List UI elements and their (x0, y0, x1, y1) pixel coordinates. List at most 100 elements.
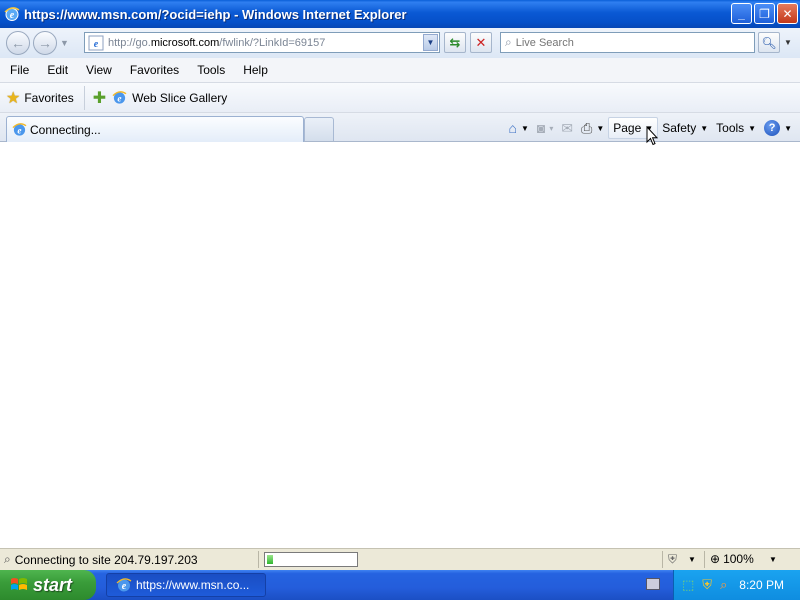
status-divider (662, 551, 663, 568)
window-title: https://www.msn.com/?ocid=iehp - Windows… (24, 6, 407, 22)
favorites-star-icon: ★ (6, 89, 21, 107)
status-divider (704, 551, 705, 568)
add-to-favorites-bar-icon[interactable]: ✚ (93, 88, 106, 108)
restore-icon: ❐ (759, 6, 770, 21)
zoom-button[interactable]: ⊕ 100% (710, 552, 754, 566)
back-arrow-icon: ← (11, 35, 25, 51)
loading-progress-bar (264, 552, 358, 567)
zoom-icon: ⊕ (710, 552, 721, 566)
minimize-icon: _ (738, 6, 745, 21)
safety-menu-label: Safety (662, 121, 697, 135)
keyboard-language-icon[interactable] (646, 578, 660, 590)
home-button[interactable]: ⌂ ▼ (505, 117, 533, 139)
menu-tools[interactable]: Tools (188, 63, 234, 77)
safety-menu-button[interactable]: Safety ▼ (658, 117, 712, 139)
recent-pages-dropdown-icon[interactable]: ▼ (60, 38, 69, 48)
chevron-down-icon: ▾ (549, 123, 554, 133)
status-text: Connecting to site 204.79.197.203 (14, 552, 198, 567)
favorites-item-label: Web Slice Gallery (132, 90, 228, 105)
mouse-cursor-icon (646, 126, 658, 146)
clock: 8:20 PM (739, 578, 784, 592)
window-controls: _ ❐ ✕ (731, 3, 798, 24)
chevron-down-icon: ▼ (700, 123, 709, 133)
forward-arrow-icon: → (38, 35, 52, 51)
page-content[interactable] (0, 142, 800, 548)
minimize-button[interactable]: _ (731, 3, 752, 24)
tab-row: e Connecting... ⌂ ▼ ◙ ▾ ✉ ⎙ ▼ Page ▼ Saf… (0, 113, 800, 142)
favorites-label: Favorites (24, 90, 74, 105)
address-dropdown-button[interactable]: ▼ (423, 34, 438, 51)
address-bar[interactable]: e http://go.microsoft.com/fwlink/?LinkId… (84, 32, 440, 53)
taskbar: start e https://www.msn.co... ⬚ ⛨ ⌕ 8:20… (0, 570, 800, 600)
url-domain: microsoft.com (150, 36, 220, 49)
refresh-button[interactable]: ⇆ (444, 32, 466, 53)
close-button[interactable]: ✕ (777, 3, 798, 24)
search-button[interactable]: 🔍︎ (758, 32, 780, 53)
chevron-down-icon[interactable]: ▼ (596, 124, 604, 133)
chevron-down-icon: ▼ (784, 38, 792, 47)
windows-flag-icon (11, 578, 27, 590)
forward-button[interactable]: → (33, 31, 57, 55)
start-button[interactable]: start (0, 570, 96, 600)
ie-logo-icon: e (4, 7, 20, 21)
tab-label: Connecting... (30, 122, 101, 137)
page-menu-label: Page (613, 121, 642, 135)
status-bar: ⌕ Connecting to site 204.79.197.203 ⛨ ▼ … (0, 548, 800, 570)
svg-text:e: e (17, 126, 21, 136)
protected-mode-icon[interactable]: ⛨ (668, 552, 677, 567)
menu-edit[interactable]: Edit (38, 63, 77, 77)
menu-bar: File Edit View Favorites Tools Help (0, 58, 800, 83)
rss-feed-icon: ◙ (536, 120, 546, 136)
menu-file[interactable]: File (0, 63, 38, 77)
favorites-bar: ★ Favorites ✚ e Web Slice Gallery (0, 83, 800, 113)
mail-icon: ✉ (561, 119, 574, 136)
navigation-bar: ← → ▼ e http://go.microsoft.com/fwlink/?… (0, 28, 800, 58)
menu-view[interactable]: View (77, 63, 121, 77)
tab-connecting[interactable]: e Connecting... (6, 116, 304, 142)
restore-button[interactable]: ❐ (754, 3, 775, 24)
network-tray-icon[interactable]: ⬚ (682, 577, 694, 593)
search-provider-icon: ⌕ (505, 35, 512, 49)
refresh-icon: ⇆ (449, 34, 461, 50)
progress-fill (267, 555, 273, 564)
tools-menu-label: Tools (716, 121, 745, 135)
stop-icon: ✕ (475, 34, 487, 50)
search-options-dropdown[interactable]: ▼ (781, 32, 795, 53)
chevron-down-icon: ▼ (426, 38, 435, 47)
favorites-button[interactable]: ★ Favorites (6, 85, 85, 110)
ie-icon: e (116, 578, 132, 592)
search-icon: 🔍︎ (761, 35, 777, 50)
security-shield-tray-icon[interactable]: ⛨ (702, 577, 712, 593)
help-icon: ? (764, 120, 781, 136)
svg-text:e: e (94, 39, 99, 50)
read-mail-button[interactable]: ✉ (557, 117, 577, 139)
chevron-down-icon: ▼ (784, 123, 792, 133)
new-tab-button[interactable] (304, 117, 334, 141)
menu-favorites[interactable]: Favorites (121, 63, 188, 77)
search-tray-icon[interactable]: ⌕ (720, 577, 727, 593)
chevron-down-icon[interactable]: ▼ (688, 555, 696, 564)
home-icon: ⌂ (508, 120, 517, 136)
stop-button[interactable]: ✕ (470, 32, 492, 53)
address-url[interactable]: http://go.microsoft.com/fwlink/?LinkId=6… (108, 37, 325, 49)
magnifier-status-icon: ⌕ (4, 552, 11, 566)
window-title-bar[interactable]: e https://www.msn.com/?ocid=iehp - Windo… (0, 0, 800, 28)
search-box[interactable]: ⌕ (500, 32, 755, 53)
taskbar-item-ie[interactable]: e https://www.msn.co... (106, 573, 266, 597)
menu-help[interactable]: Help (234, 63, 277, 77)
chevron-down-icon[interactable]: ▼ (769, 555, 777, 564)
svg-text:e: e (118, 94, 122, 104)
favorites-item-web-slice-gallery[interactable]: e Web Slice Gallery (112, 90, 227, 105)
url-suffix: /fwlink/?LinkId=69157 (219, 36, 326, 49)
chevron-down-icon[interactable]: ▼ (521, 124, 529, 133)
help-menu-button[interactable]: ? ▼ (760, 117, 796, 139)
search-input[interactable] (515, 36, 736, 49)
printer-icon: ⎙ (581, 119, 593, 136)
print-button[interactable]: ⎙ ▼ (577, 117, 608, 139)
system-tray: ⬚ ⛨ ⌕ 8:20 PM (673, 570, 800, 600)
feeds-button[interactable]: ◙ ▾ (533, 117, 557, 139)
tools-menu-button[interactable]: Tools ▼ (712, 117, 760, 139)
ie-page-icon: e (88, 35, 104, 50)
zoom-level: 100% (723, 552, 754, 566)
back-button[interactable]: ← (6, 31, 30, 55)
